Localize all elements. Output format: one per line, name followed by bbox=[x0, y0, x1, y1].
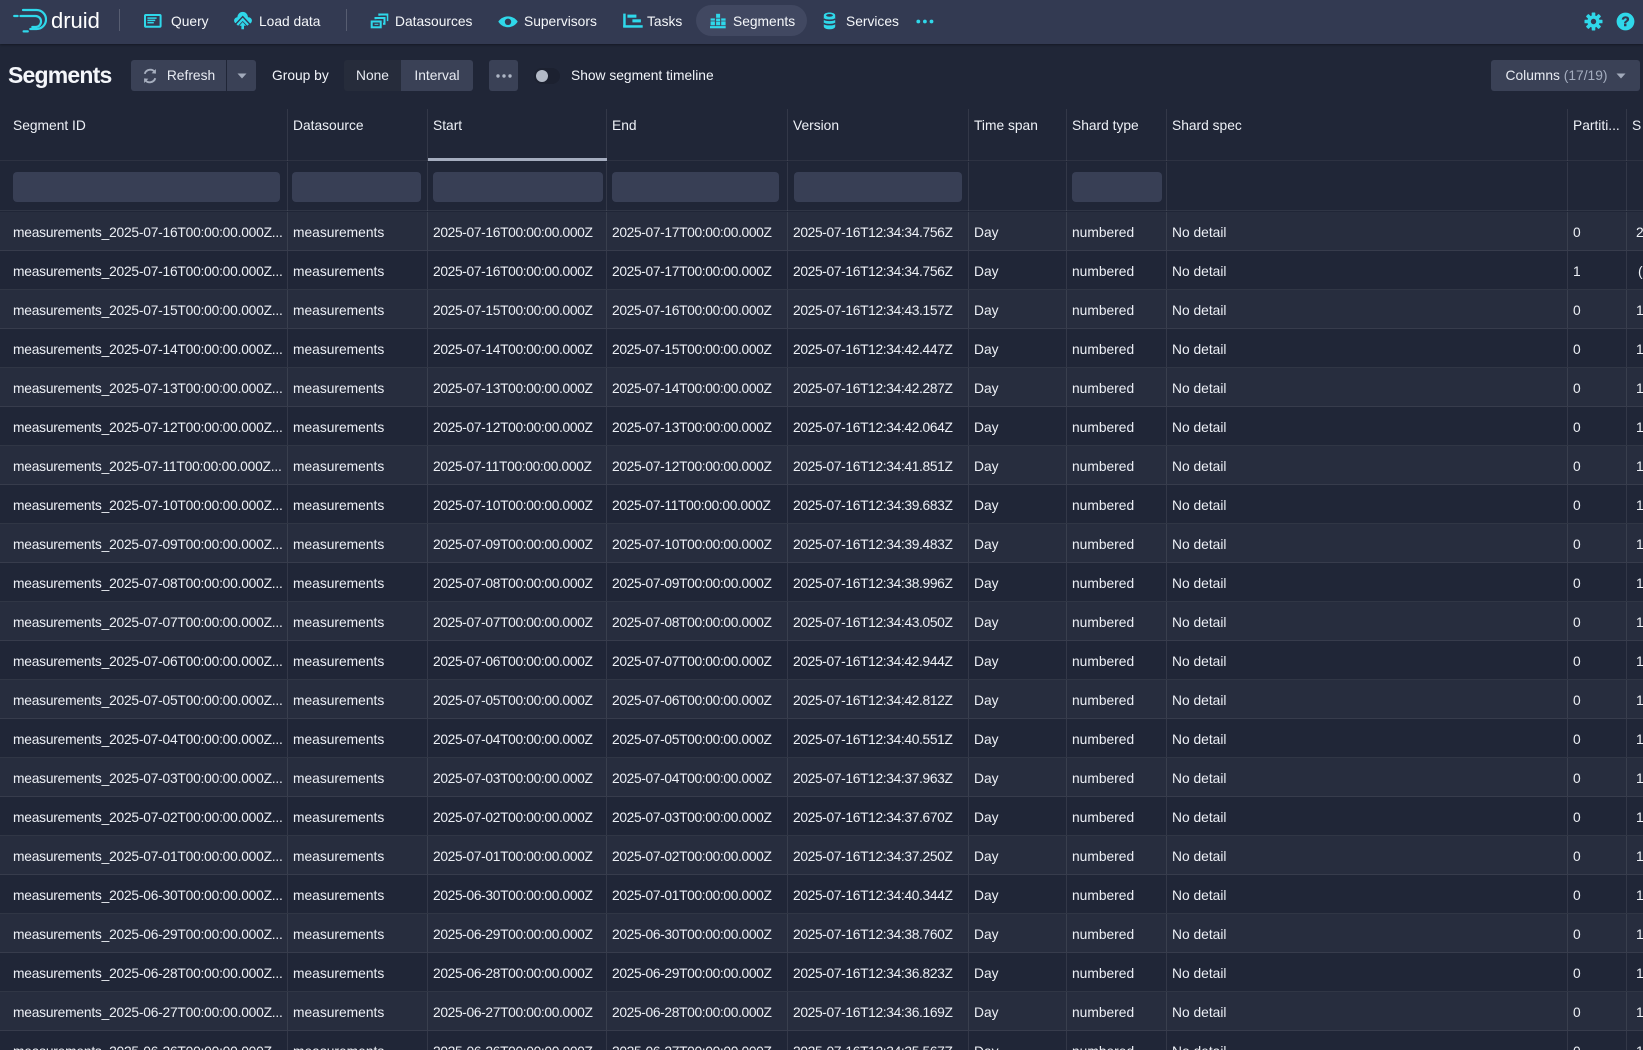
svg-text:?: ? bbox=[1621, 14, 1629, 29]
